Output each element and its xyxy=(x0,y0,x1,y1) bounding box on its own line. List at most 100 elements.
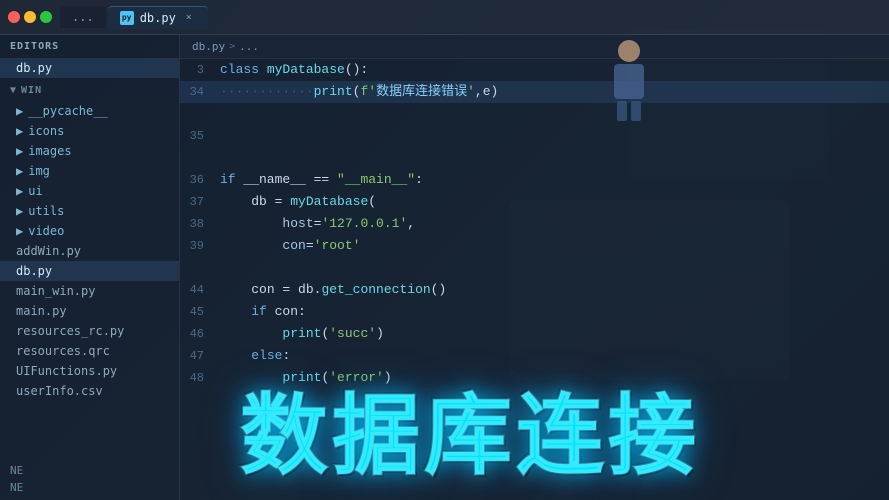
tab-active-label: db.py xyxy=(140,11,176,25)
python-file-icon: py xyxy=(120,11,134,25)
sidebar-file-mainwin-label: main_win.py xyxy=(16,284,95,298)
sidebar-item-db[interactable]: db.py xyxy=(0,261,179,281)
sidebar-folder-icons-label: icons xyxy=(28,124,64,138)
sidebar-file-userinfo-label: userInfo.csv xyxy=(16,384,103,398)
char-leg-right xyxy=(631,101,641,121)
line-content-36: if __name__ == "__main__": xyxy=(220,169,889,191)
win-chevron-icon: ▼ xyxy=(10,85,17,96)
main-content: EDITORS db.py ▼ WIN ▶ __pycache__ ▶ icon… xyxy=(0,35,889,500)
code-line-34: 34 ············print(f'数据库连接错误',e) xyxy=(180,81,889,103)
char-leg-left xyxy=(617,101,627,121)
line-num-44: 44 xyxy=(180,279,220,301)
window-controls xyxy=(8,11,52,23)
tab-area: ... py db.py × xyxy=(60,6,881,29)
folder-icon-img: ▶ xyxy=(16,164,23,178)
code-line-47: 47 else: xyxy=(180,345,889,367)
line-num-37: 37 xyxy=(180,191,220,213)
tab-icon-label: py xyxy=(122,13,132,22)
sidebar-file-resources-rc-label: resources_rc.py xyxy=(16,324,124,338)
folder-icon-video: ▶ xyxy=(16,224,23,238)
maximize-dot[interactable] xyxy=(40,11,52,23)
sidebar-item-pycache[interactable]: ▶ __pycache__ xyxy=(0,101,179,121)
breadcrumb-path: ... xyxy=(239,40,259,53)
line-num-45: 45 xyxy=(180,301,220,323)
tab-close-button[interactable]: × xyxy=(182,11,196,25)
code-editor[interactable]: 3 class myDatabase(): 34 ············pri… xyxy=(180,59,889,500)
line-num-3: 3 xyxy=(180,59,220,81)
line-content-48: print('error') xyxy=(220,367,889,389)
line-content-empty2 xyxy=(220,147,889,169)
sidebar-folder-ui-label: ui xyxy=(28,184,42,198)
sidebar-item-img[interactable]: ▶ img xyxy=(0,161,179,181)
line-content-3: class myDatabase(): xyxy=(220,59,889,81)
sidebar-folder-img-label: img xyxy=(28,164,50,178)
editors-section-header: EDITORS xyxy=(0,35,179,58)
breadcrumb-file: db.py xyxy=(192,40,225,53)
line-num-47: 47 xyxy=(180,345,220,367)
line-num-39: 39 xyxy=(180,235,220,257)
line-content-38: host='127.0.0.1', xyxy=(220,213,889,235)
folder-icon-pycache: ▶ xyxy=(16,104,23,118)
sidebar-item-ui[interactable]: ▶ ui xyxy=(0,181,179,201)
code-line-45: 45 if con: xyxy=(180,301,889,323)
sidebar-item-images[interactable]: ▶ images xyxy=(0,141,179,161)
code-line-3: 3 class myDatabase(): xyxy=(180,59,889,81)
code-line-46: 46 print('succ') xyxy=(180,323,889,345)
tab-inactive[interactable]: ... xyxy=(60,6,106,28)
code-line-37: 37 db = myDatabase( xyxy=(180,191,889,213)
line-content-37: db = myDatabase( xyxy=(220,191,889,213)
line-content-46: print('succ') xyxy=(220,323,889,345)
sidebar-item-uifunctions[interactable]: UIFunctions.py xyxy=(0,361,179,381)
sidebar-file-db-label: db.py xyxy=(16,264,52,278)
line-content-empty3 xyxy=(220,257,889,279)
code-line-44: 44 con = db.get_connection() xyxy=(180,279,889,301)
close-dot[interactable] xyxy=(8,11,20,23)
char-legs xyxy=(599,101,659,121)
code-line-empty3 xyxy=(180,257,889,279)
sidebar-bottom-ne1: NE xyxy=(0,462,179,479)
sidebar-item-video[interactable]: ▶ video xyxy=(0,221,179,241)
sidebar-folder-video-label: video xyxy=(28,224,64,238)
char-body xyxy=(614,64,644,99)
sidebar-item-dbpy-active[interactable]: db.py xyxy=(0,58,179,78)
line-content-47: else: xyxy=(220,345,889,367)
folder-icon-images: ▶ xyxy=(16,144,23,158)
vscode-window: ... py db.py × EDITORS db.py ▼ WIN xyxy=(0,0,889,500)
code-line-empty1 xyxy=(180,103,889,125)
minimize-dot[interactable] xyxy=(24,11,36,23)
char-head xyxy=(618,40,640,62)
tab-inactive-label: ... xyxy=(72,10,94,24)
sidebar-item-addwin[interactable]: addWin.py xyxy=(0,241,179,261)
sidebar-item-resources-rc[interactable]: resources_rc.py xyxy=(0,321,179,341)
line-num-36: 36 xyxy=(180,169,220,191)
line-content-39: con='root' xyxy=(220,235,889,257)
sidebar-folder-utils-label: utils xyxy=(28,204,64,218)
line-num-35: 35 xyxy=(180,125,220,147)
folder-icon-ui: ▶ xyxy=(16,184,23,198)
sidebar-item-main[interactable]: main.py xyxy=(0,301,179,321)
sidebar-folder-images-label: images xyxy=(28,144,71,158)
line-content-empty1 xyxy=(220,103,889,125)
line-num-48: 48 xyxy=(180,367,220,389)
line-content-35 xyxy=(220,125,889,147)
sidebar: EDITORS db.py ▼ WIN ▶ __pycache__ ▶ icon… xyxy=(0,35,180,500)
code-line-35: 35 xyxy=(180,125,889,147)
sidebar-file-uifunctions-label: UIFunctions.py xyxy=(16,364,117,378)
line-content-45: if con: xyxy=(220,301,889,323)
sidebar-file-main-label: main.py xyxy=(16,304,67,318)
breadcrumb-bar: db.py > ... xyxy=(180,35,889,59)
tab-dbpy[interactable]: py db.py × xyxy=(108,6,208,29)
code-line-empty2 xyxy=(180,147,889,169)
sidebar-item-mainwin[interactable]: main_win.py xyxy=(0,281,179,301)
folder-icon-utils: ▶ xyxy=(16,204,23,218)
line-num-46: 46 xyxy=(180,323,220,345)
sidebar-item-dbpy-label: db.py xyxy=(16,61,52,75)
sidebar-bottom-ne2: NE xyxy=(0,479,179,496)
title-bar: ... py db.py × xyxy=(0,0,889,35)
sidebar-item-userinfo[interactable]: userInfo.csv xyxy=(0,381,179,401)
sidebar-item-utils[interactable]: ▶ utils xyxy=(0,201,179,221)
breadcrumb-sep1: > xyxy=(229,41,235,52)
sidebar-item-icons[interactable]: ▶ icons xyxy=(0,121,179,141)
folder-icon-icons: ▶ xyxy=(16,124,23,138)
sidebar-item-resources-qrc[interactable]: resources.qrc xyxy=(0,341,179,361)
